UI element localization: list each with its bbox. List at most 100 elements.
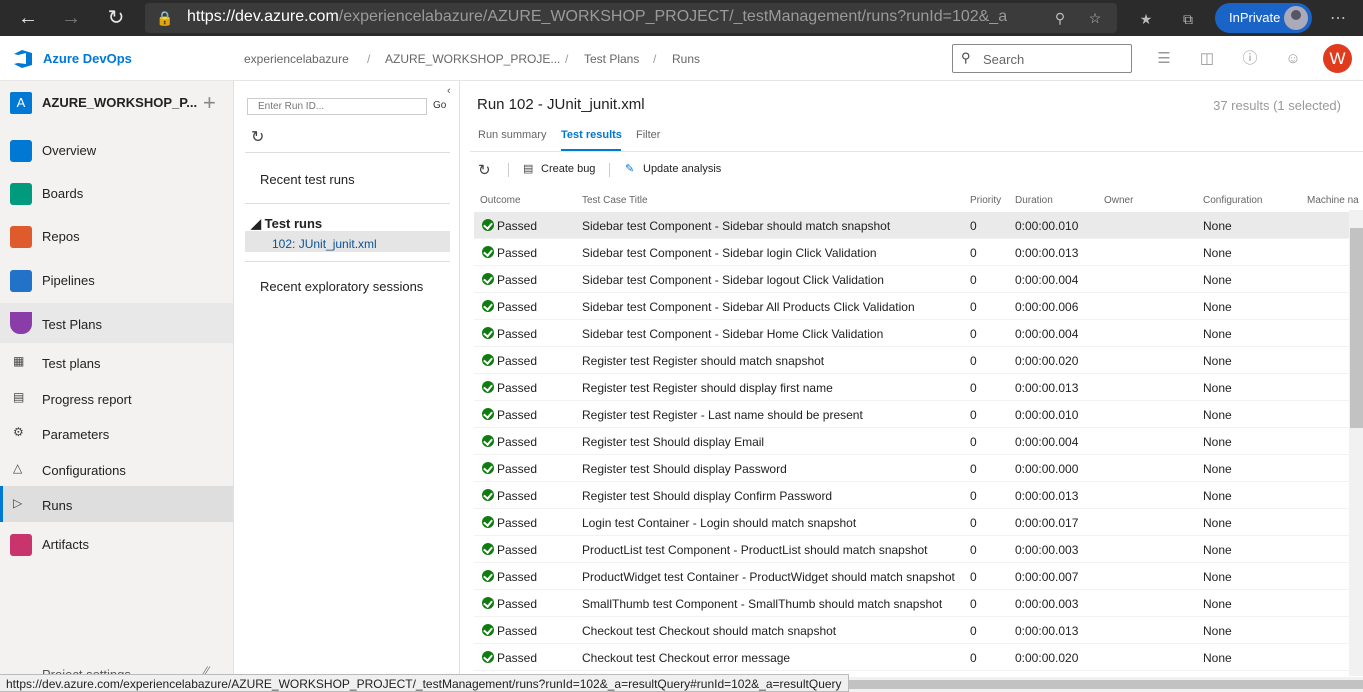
test-runs-tree-header[interactable]: ◢ Test runs	[251, 216, 322, 232]
column-outcome[interactable]: Outcome	[480, 195, 521, 206]
cell-title: Register test Register should match snap…	[582, 354, 825, 368]
table-row[interactable]: Passed Register test Register should matc…	[474, 347, 1350, 374]
cell-title: Sidebar test Component - Sidebar Home Cl…	[582, 327, 884, 341]
list-icon[interactable]: ☰	[1154, 49, 1174, 69]
go-button[interactable]: Go	[433, 100, 446, 111]
cell-outcome: Passed	[497, 597, 538, 611]
nav-item-test-plans[interactable]: Test Plans	[0, 303, 233, 343]
table-row[interactable]: Passed Register test Register should disp…	[474, 374, 1350, 401]
active-tab-underline	[561, 149, 621, 151]
cell-outcome: Passed	[497, 570, 538, 584]
cell-outcome: Passed	[497, 516, 538, 530]
nav-label: Test Plans	[42, 317, 102, 332]
breadcrumb-runs[interactable]: Runs	[672, 52, 700, 66]
boards-icon	[10, 183, 32, 205]
overview-icon	[10, 140, 32, 162]
zoom-icon[interactable]: ⚲	[1050, 8, 1070, 28]
table-row[interactable]: Passed Sidebar test Component - Sidebar s…	[474, 212, 1350, 239]
cell-duration: 0:00:00.004	[1015, 273, 1079, 287]
column-priority[interactable]: Priority	[970, 195, 1001, 206]
horizontal-scrollbar-thumb[interactable]	[810, 680, 1363, 689]
table-row[interactable]: Passed Login test Container - Login shoul…	[474, 509, 1350, 536]
help-icon[interactable]: ⓘ	[1240, 49, 1260, 69]
table-row[interactable]: Passed SmallThumb test Component - SmallT…	[474, 590, 1350, 617]
recent-test-runs-link[interactable]: Recent test runs	[260, 172, 355, 187]
cell-configuration: None	[1203, 516, 1232, 530]
refresh-icon[interactable]: ↻	[251, 127, 264, 147]
table-row[interactable]: Passed Register test Should display Email…	[474, 428, 1350, 455]
run-id-input[interactable]	[247, 98, 427, 115]
back-arrow-icon[interactable]: ←	[14, 4, 42, 32]
table-row[interactable]: Passed Register test Register - Last name…	[474, 401, 1350, 428]
breadcrumb-project[interactable]: AZURE_WORKSHOP_PROJE...	[385, 52, 560, 66]
refresh-results-icon[interactable]: ↻	[478, 161, 491, 179]
tree-item-run-102[interactable]: 102: JUnit_junit.xml	[272, 237, 377, 251]
nav-item-test-plans-sub[interactable]: ▦ Test plans	[0, 344, 233, 380]
nav-item-runs[interactable]: ▷ Runs	[0, 486, 233, 522]
tab-filter[interactable]: Filter	[636, 129, 660, 141]
user-avatar[interactable]: W	[1323, 44, 1352, 73]
forward-arrow-icon[interactable]: →	[57, 4, 85, 32]
breadcrumb-separator: /	[653, 52, 657, 66]
create-bug-button[interactable]: ▤ Create bug	[523, 162, 595, 175]
cell-outcome: Passed	[497, 624, 538, 638]
refresh-icon[interactable]: ↻	[102, 4, 130, 32]
favorites-icon[interactable]: ★	[1136, 9, 1156, 29]
cell-priority: 0	[970, 381, 977, 395]
collections-icon[interactable]: ⧉	[1178, 9, 1198, 29]
table-row[interactable]: Passed ProductList test Component - Produ…	[474, 536, 1350, 563]
project-name[interactable]: AZURE_WORKSHOP_P...	[42, 95, 197, 110]
table-row[interactable]: Passed Checkout test Checkout should matc…	[474, 617, 1350, 644]
brand-name[interactable]: Azure DevOps	[43, 51, 132, 66]
vertical-scrollbar-thumb[interactable]	[1350, 228, 1363, 428]
column-title[interactable]: Test Case Title	[582, 195, 648, 206]
user-settings-icon[interactable]: ☺	[1283, 49, 1303, 69]
update-analysis-button[interactable]: ✎ Update analysis	[625, 162, 721, 175]
more-options-icon[interactable]: ⋯	[1328, 9, 1348, 29]
nav-item-repos[interactable]: Repos	[0, 218, 233, 254]
inprivate-badge[interactable]: InPrivate	[1215, 3, 1312, 33]
nav-item-pipelines[interactable]: Pipelines	[0, 262, 233, 298]
passed-check-icon	[482, 435, 494, 447]
nav-item-configurations[interactable]: △ Configurations	[0, 451, 233, 487]
tab-run-summary[interactable]: Run summary	[478, 129, 546, 141]
column-duration[interactable]: Duration	[1015, 195, 1053, 206]
table-row[interactable]: Passed Register test Should display Passw…	[474, 455, 1350, 482]
column-owner[interactable]: Owner	[1104, 195, 1133, 206]
table-row[interactable]: Passed Register test Should display Confi…	[474, 482, 1350, 509]
breadcrumb-org[interactable]: experiencelabazure	[244, 52, 349, 66]
nav-item-parameters[interactable]: ⚙ Parameters	[0, 415, 233, 451]
cell-title: Login test Container - Login should matc…	[582, 516, 857, 530]
browser-toolbar: ← → ↻ 🔒 https://dev.azure.com/experience…	[0, 0, 1363, 36]
column-machine-name[interactable]: Machine na	[1307, 195, 1359, 206]
cell-title: ProductList test Component - ProductList…	[582, 543, 928, 557]
nav-item-artifacts[interactable]: Artifacts	[0, 526, 233, 562]
nav-item-progress-report[interactable]: ▤ Progress report	[0, 380, 233, 416]
address-bar[interactable]: 🔒 https://dev.azure.com/experiencelabazu…	[145, 3, 1117, 33]
cell-configuration: None	[1203, 543, 1232, 557]
url-path: /experiencelabazure/AZURE_WORKSHOP_PROJE…	[338, 8, 1007, 25]
table-row[interactable]: Passed Checkout test Checkout error messa…	[474, 644, 1350, 671]
nav-item-boards[interactable]: Boards	[0, 175, 233, 211]
recent-exploratory-link[interactable]: Recent exploratory sessions	[260, 279, 423, 294]
favorite-add-icon[interactable]: ☆	[1085, 8, 1105, 28]
table-row[interactable]: Passed ProductWidget test Container - Pro…	[474, 563, 1350, 590]
breadcrumb-test-plans[interactable]: Test Plans	[584, 52, 639, 66]
nav-item-overview[interactable]: Overview	[0, 132, 233, 168]
table-row[interactable]: Passed Sidebar test Component - Sidebar A…	[474, 293, 1350, 320]
plus-icon[interactable]: +	[203, 90, 216, 116]
table-row[interactable]: Passed Sidebar test Component - Sidebar l…	[474, 266, 1350, 293]
nav-label: Overview	[42, 143, 97, 158]
results-table-body: Passed Sidebar test Component - Sidebar s…	[474, 212, 1350, 671]
azure-devops-logo[interactable]	[12, 48, 34, 70]
column-configuration[interactable]: Configuration	[1203, 195, 1262, 206]
collapse-panel-icon[interactable]: ‹	[447, 85, 451, 97]
cell-duration: 0:00:00.020	[1015, 354, 1079, 368]
clipboard-icon[interactable]: ◫	[1197, 49, 1217, 69]
lock-icon[interactable]: 🔒	[155, 8, 175, 28]
cell-configuration: None	[1203, 273, 1232, 287]
tab-test-results[interactable]: Test results	[561, 129, 622, 141]
table-row[interactable]: Passed Sidebar test Component - Sidebar H…	[474, 320, 1350, 347]
table-row[interactable]: Passed Sidebar test Component - Sidebar l…	[474, 239, 1350, 266]
search-input[interactable]: ⚲ Search	[952, 44, 1132, 73]
